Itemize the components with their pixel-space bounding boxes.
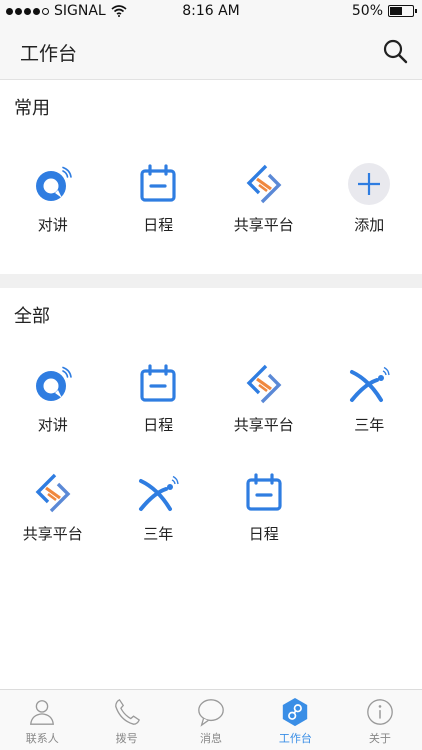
all-item[interactable]: 对讲 bbox=[0, 362, 106, 435]
all-item[interactable]: 日程 bbox=[211, 471, 317, 544]
workbench-icon bbox=[279, 696, 311, 728]
page-title: 工作台 bbox=[20, 43, 78, 65]
sannian-icon bbox=[347, 362, 391, 406]
tab-message[interactable]: 消息 bbox=[169, 690, 253, 750]
status-right: 50% bbox=[351, 3, 417, 19]
tab-bar: 联系人 拨号 消息 工作台 关于 bbox=[0, 689, 422, 750]
add-icon bbox=[347, 162, 391, 206]
tab-label: 拨号 bbox=[115, 732, 138, 745]
search-icon[interactable] bbox=[382, 38, 408, 64]
all-item[interactable]: 共享平台 bbox=[211, 362, 317, 435]
all-item-label: 共享平台 bbox=[22, 525, 83, 543]
all-section: 全部 对讲 日程 共享平台 三年 共享平台 三年 日程 bbox=[0, 288, 422, 544]
all-item[interactable]: 三年 bbox=[106, 471, 212, 544]
phone-icon bbox=[111, 696, 143, 728]
all-item[interactable]: 共享平台 bbox=[0, 471, 106, 544]
battery-icon bbox=[388, 5, 417, 17]
tab-label: 消息 bbox=[200, 732, 223, 745]
tab-phone[interactable]: 拨号 bbox=[84, 690, 168, 750]
section-divider bbox=[0, 274, 422, 288]
tab-workbench[interactable]: 工作台 bbox=[253, 690, 337, 750]
common-item-label: 添加 bbox=[354, 216, 385, 234]
tab-label: 联系人 bbox=[25, 732, 59, 745]
talk-icon bbox=[31, 162, 75, 206]
share-platform-icon bbox=[31, 471, 75, 515]
all-item-label: 三年 bbox=[354, 416, 385, 434]
tab-info[interactable]: 关于 bbox=[338, 690, 422, 750]
tab-label: 工作台 bbox=[278, 732, 312, 745]
all-grid: 对讲 日程 共享平台 三年 共享平台 三年 日程 bbox=[0, 332, 422, 544]
tab-contacts[interactable]: 联系人 bbox=[0, 690, 84, 750]
contacts-icon bbox=[26, 696, 58, 728]
info-icon bbox=[364, 696, 396, 728]
common-grid: 对讲 日程 共享平台 添加 bbox=[0, 124, 422, 274]
calendar-icon bbox=[242, 471, 286, 515]
common-item[interactable]: 共享平台 bbox=[211, 162, 317, 274]
all-item-label: 共享平台 bbox=[233, 416, 294, 434]
common-item[interactable]: 对讲 bbox=[0, 162, 106, 274]
status-bar: SIGNAL 8:16 AM 50% bbox=[0, 0, 422, 22]
sannian-icon bbox=[136, 471, 180, 515]
calendar-icon bbox=[136, 362, 180, 406]
common-section: 常用 对讲 日程 共享平台 添加 bbox=[0, 80, 422, 274]
common-item[interactable]: 添加 bbox=[317, 162, 422, 274]
all-item-label: 日程 bbox=[143, 416, 174, 434]
common-item-label: 日程 bbox=[143, 216, 174, 234]
common-section-title: 常用 bbox=[14, 98, 50, 119]
nav-bar: 工作台 bbox=[0, 22, 422, 80]
calendar-icon bbox=[136, 162, 180, 206]
share-platform-icon bbox=[242, 162, 286, 206]
all-section-title: 全部 bbox=[14, 306, 50, 327]
all-item[interactable]: 日程 bbox=[106, 362, 212, 435]
message-icon bbox=[195, 696, 227, 728]
common-item[interactable]: 日程 bbox=[106, 162, 212, 274]
battery-percent: 50% bbox=[351, 3, 383, 19]
common-item-label: 共享平台 bbox=[233, 216, 294, 234]
talk-icon bbox=[31, 362, 75, 406]
all-item[interactable]: 三年 bbox=[317, 362, 422, 435]
all-item-label: 三年 bbox=[143, 525, 174, 543]
share-platform-icon bbox=[242, 362, 286, 406]
all-item-label: 日程 bbox=[248, 525, 279, 543]
common-item-label: 对讲 bbox=[37, 216, 68, 234]
all-item-label: 对讲 bbox=[37, 416, 68, 434]
tab-label: 关于 bbox=[368, 732, 391, 745]
